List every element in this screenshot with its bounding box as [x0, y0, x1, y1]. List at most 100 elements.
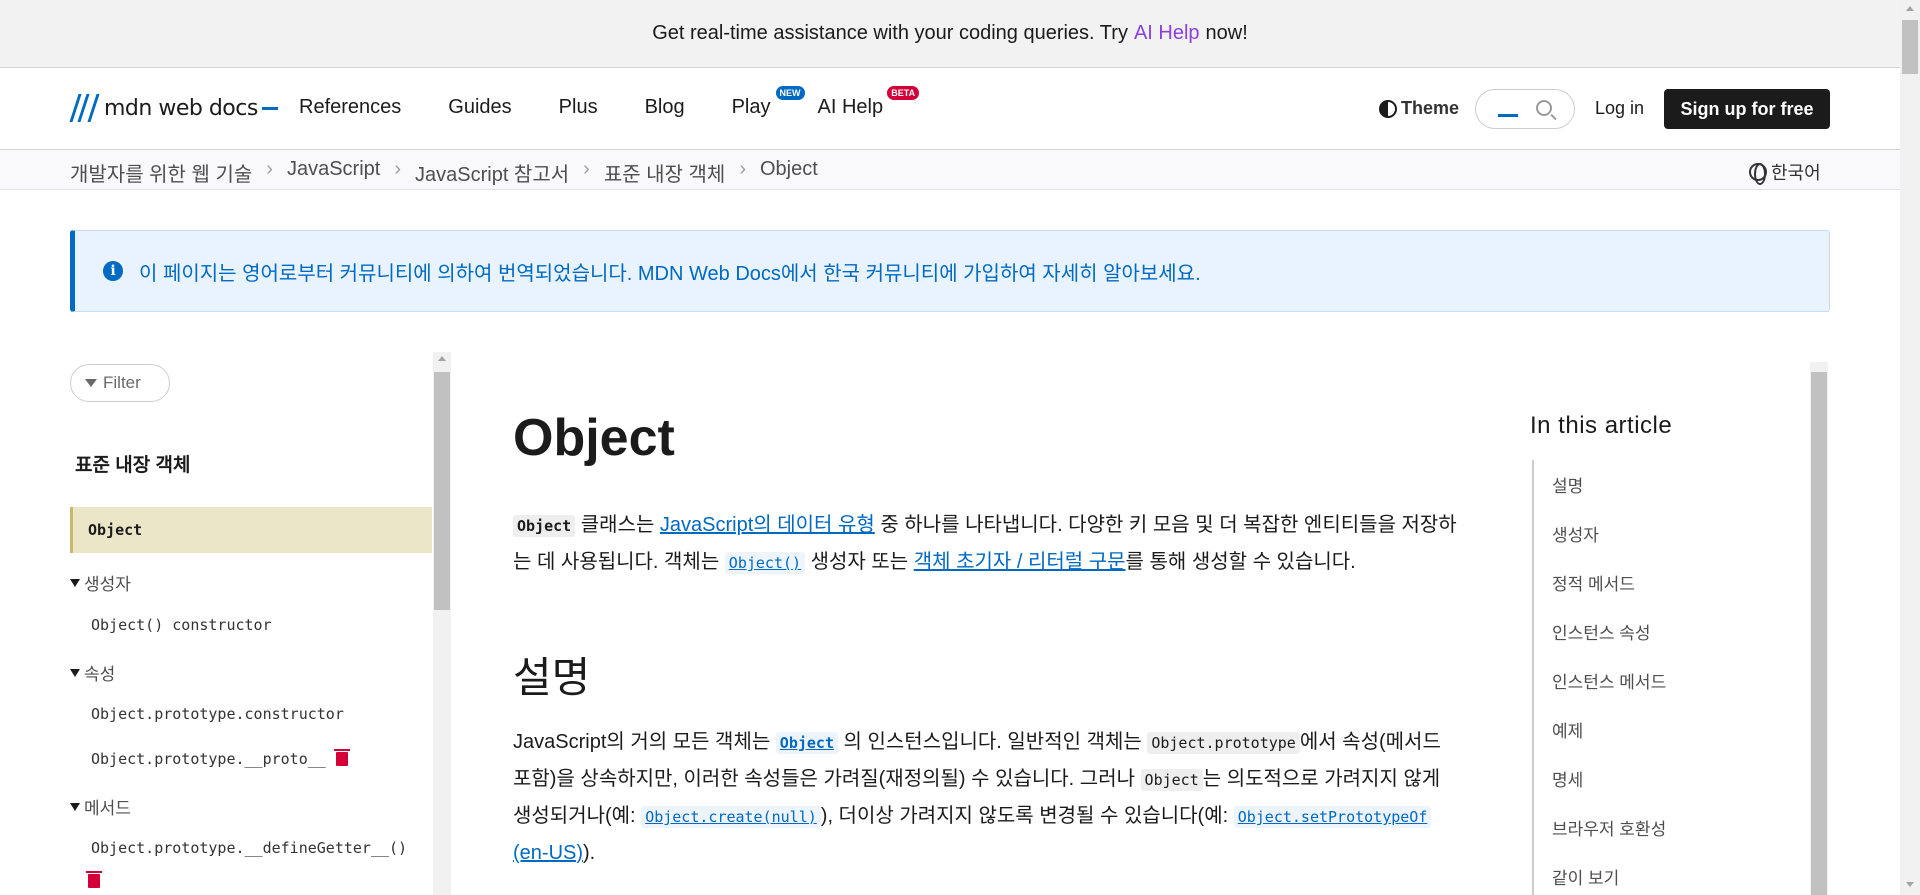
sidebar-item-object[interactable]: Object [70, 507, 432, 553]
toc-item[interactable]: 예제 [1552, 717, 1583, 742]
signup-button[interactable]: Sign up for free [1664, 89, 1830, 129]
nav-guides[interactable]: Guides [448, 96, 511, 119]
inline-code: Object [513, 515, 576, 537]
set-prototype-of-link[interactable]: Object.setPrototypeOf [1233, 806, 1432, 828]
search-icon [1536, 100, 1552, 116]
sidebar-item-label: Object.prototype.__defineGetter__() [91, 839, 408, 857]
logo-text: mdn web docs [104, 95, 258, 121]
sidebar-title[interactable]: 표준 내장 객체 [75, 450, 190, 477]
sidebar-item-proto[interactable]: Object.prototype.__proto__ [91, 749, 350, 768]
filter-icon [85, 379, 97, 387]
search-caret [1498, 114, 1518, 117]
nav-ai-help-label: AI Help [817, 96, 884, 118]
text: 생성자 또는 [805, 551, 914, 573]
breadcrumb-separator: › [583, 158, 590, 180]
breadcrumb-item[interactable]: JavaScript [287, 158, 380, 187]
banner-text-end: now! [1205, 22, 1248, 44]
group-label: 속성 [84, 665, 116, 684]
scroll-up-icon[interactable] [1906, 6, 1914, 11]
search-input[interactable] [1475, 89, 1575, 129]
promo-banner: Get real-time assistance with your codin… [0, 0, 1900, 68]
page-scrollbar[interactable] [1900, 0, 1920, 895]
breadcrumb-item[interactable]: 개발자를 위한 웹 기술 [70, 158, 252, 187]
text: 를 통해 생성할 수 있습니다. [1125, 551, 1356, 573]
sidebar-scrollbar-thumb[interactable] [434, 372, 450, 610]
new-badge: NEW [775, 86, 805, 100]
data-types-link[interactable]: JavaScript의 데이터 유형 [660, 514, 875, 536]
theme-label: Theme [1401, 98, 1460, 118]
object-link[interactable]: Object [775, 732, 838, 754]
beta-badge: BETA [887, 86, 920, 100]
scroll-down-icon[interactable] [1906, 882, 1914, 887]
content-scrollbar-thumb[interactable] [1811, 372, 1827, 895]
inline-code: Object.prototype [1147, 732, 1300, 754]
nav-play-label: Play [731, 96, 771, 118]
toc-item[interactable]: 명세 [1552, 766, 1583, 791]
en-us-link[interactable]: (en-US) [513, 842, 583, 864]
sidebar-group-methods[interactable]: 메서드 [70, 794, 131, 819]
nav-plus[interactable]: Plus [559, 96, 598, 119]
toc-item[interactable]: 정적 메서드 [1552, 570, 1635, 595]
logo-caret [261, 106, 278, 110]
language-label: 한국어 [1771, 163, 1821, 183]
breadcrumb-bar: 개발자를 위한 웹 기술 › JavaScript › JavaScript 참… [0, 150, 1900, 190]
page-title: Object [513, 409, 675, 467]
filter-button[interactable]: Filter [70, 364, 170, 402]
breadcrumb-item[interactable]: JavaScript 참고서 [415, 158, 569, 187]
text: JavaScript의 거의 모든 객체는 [513, 731, 776, 753]
banner-ai-help-link[interactable]: AI Help [1134, 22, 1200, 45]
globe-icon [1749, 163, 1767, 185]
filter-label: Filter [103, 373, 141, 392]
language-switcher[interactable]: 한국어 [1749, 159, 1821, 185]
scroll-up-icon[interactable] [438, 356, 446, 361]
breadcrumb-item[interactable]: 표준 내장 객체 [604, 158, 726, 187]
sidebar-item-label: Object.prototype.__proto__ [91, 750, 326, 768]
chevron-down-icon [70, 668, 80, 677]
toc-item[interactable]: 생성자 [1552, 521, 1599, 546]
sidebar-item-label: Object.prototype.constructor [91, 705, 344, 723]
section-heading: 설명 [513, 654, 591, 701]
nav-blog[interactable]: Blog [645, 96, 685, 119]
nav-references[interactable]: References [299, 96, 401, 119]
object-create-link[interactable]: Object.create(null) [641, 806, 821, 828]
breadcrumb-item[interactable]: Object [760, 158, 818, 187]
deprecated-trash-icon [333, 749, 350, 766]
notice-text[interactable]: 이 페이지는 영어로부터 커뮤니티에 의하여 번역되었습니다. MDN Web … [139, 257, 1201, 286]
text: ), 더이상 가려지지 않도록 변경될 수 있습니다(예: [820, 805, 1234, 827]
object-constructor-link[interactable]: Object() [724, 552, 806, 574]
sidebar-item-define-getter[interactable]: Object.prototype.__defineGetter__() [91, 839, 407, 857]
theme-icon [1379, 99, 1397, 118]
breadcrumb-separator: › [266, 158, 273, 180]
chevron-down-icon [70, 802, 80, 811]
description-paragraph: JavaScript의 거의 모든 객체는 Object 의 인스턴스입니다. … [513, 724, 1463, 871]
intro-paragraph: Object 클래스는 JavaScript의 데이터 유형 중 하나를 나타냅… [513, 507, 1463, 581]
breadcrumb-separator: › [394, 158, 401, 180]
toc-item[interactable]: 설명 [1552, 472, 1583, 497]
breadcrumb-separator: › [739, 158, 746, 180]
toc-item[interactable]: 인스턴스 메서드 [1552, 668, 1666, 693]
mdn-logo[interactable]: mdn web docs [69, 94, 278, 122]
text: 의 인스턴스입니다. 일반적인 객체는 [837, 731, 1148, 753]
nav-ai-help[interactable]: AI Help BETA [817, 86, 920, 119]
toc-item[interactable]: 인스턴스 속성 [1552, 619, 1651, 644]
object-initializer-link[interactable]: 객체 초기자 / 리터럴 구문 [914, 551, 1126, 573]
translation-notice: i 이 페이지는 영어로부터 커뮤니티에 의하여 번역되었습니다. MDN We… [70, 230, 1830, 312]
deprecated-trash-icon [86, 871, 102, 888]
sidebar: Filter 표준 내장 객체 Object 생성자 Object() cons… [70, 352, 452, 895]
inline-code: Object [1140, 769, 1203, 791]
main-nav: References Guides Plus Blog Play NEW AI … [299, 86, 930, 119]
sidebar-item-label: Object() constructor [91, 616, 272, 634]
sidebar-item-constructor[interactable]: Object() constructor [91, 616, 272, 634]
theme-toggle[interactable]: Theme [1379, 98, 1459, 119]
login-link[interactable]: Log in [1595, 98, 1644, 119]
toc-item[interactable]: 브라우저 호환성 [1552, 815, 1666, 840]
text: ). [583, 842, 596, 864]
group-label: 메서드 [84, 799, 131, 818]
breadcrumb: 개발자를 위한 웹 기술 › JavaScript › JavaScript 참… [70, 158, 818, 187]
page-scrollbar-thumb[interactable] [1902, 20, 1918, 74]
sidebar-group-constructor[interactable]: 생성자 [70, 570, 131, 595]
toc-item[interactable]: 같이 보기 [1552, 864, 1619, 889]
sidebar-group-properties[interactable]: 속성 [70, 660, 115, 685]
nav-play[interactable]: Play NEW [731, 86, 805, 119]
sidebar-item-prototype-constructor[interactable]: Object.prototype.constructor [91, 705, 344, 723]
